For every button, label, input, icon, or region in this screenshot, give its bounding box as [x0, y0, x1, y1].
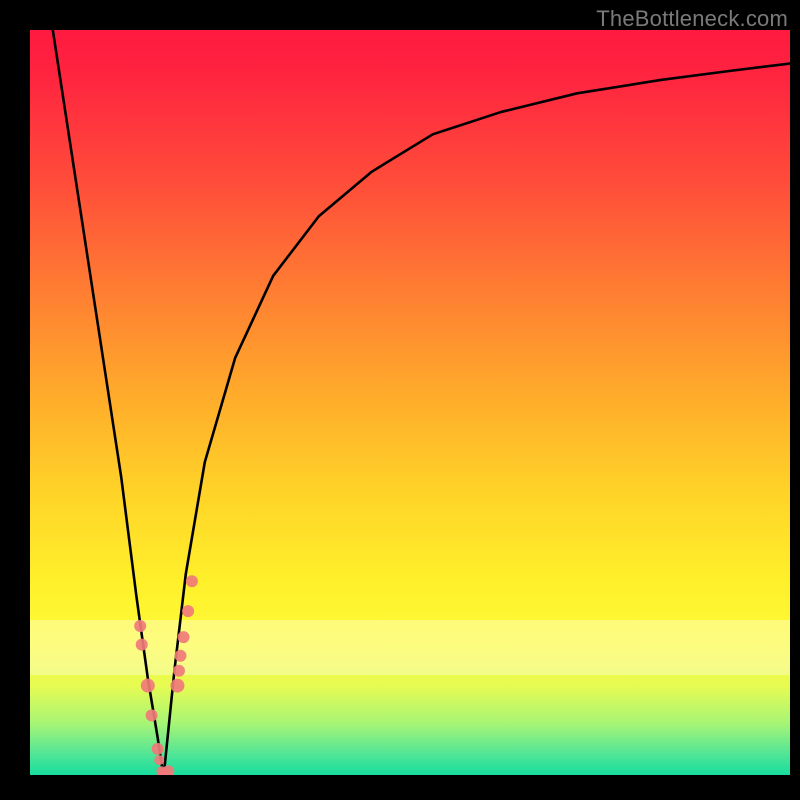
data-point — [152, 743, 164, 755]
data-point — [170, 679, 184, 693]
chart-svg — [30, 30, 790, 775]
watermark-text: TheBottleneck.com — [596, 6, 788, 32]
data-point — [141, 679, 155, 693]
plot-area — [30, 30, 790, 775]
data-point — [154, 755, 164, 765]
chart-frame: TheBottleneck.com — [0, 0, 800, 800]
data-point — [173, 665, 185, 677]
curve-group — [53, 30, 790, 775]
data-point — [146, 709, 158, 721]
data-point — [174, 650, 186, 662]
data-point — [134, 620, 146, 632]
data-point — [136, 639, 148, 651]
data-point — [178, 631, 190, 643]
curve-left-branch — [53, 30, 164, 775]
data-point — [186, 575, 198, 587]
curve-right-branch — [164, 64, 790, 775]
data-point — [182, 605, 194, 617]
